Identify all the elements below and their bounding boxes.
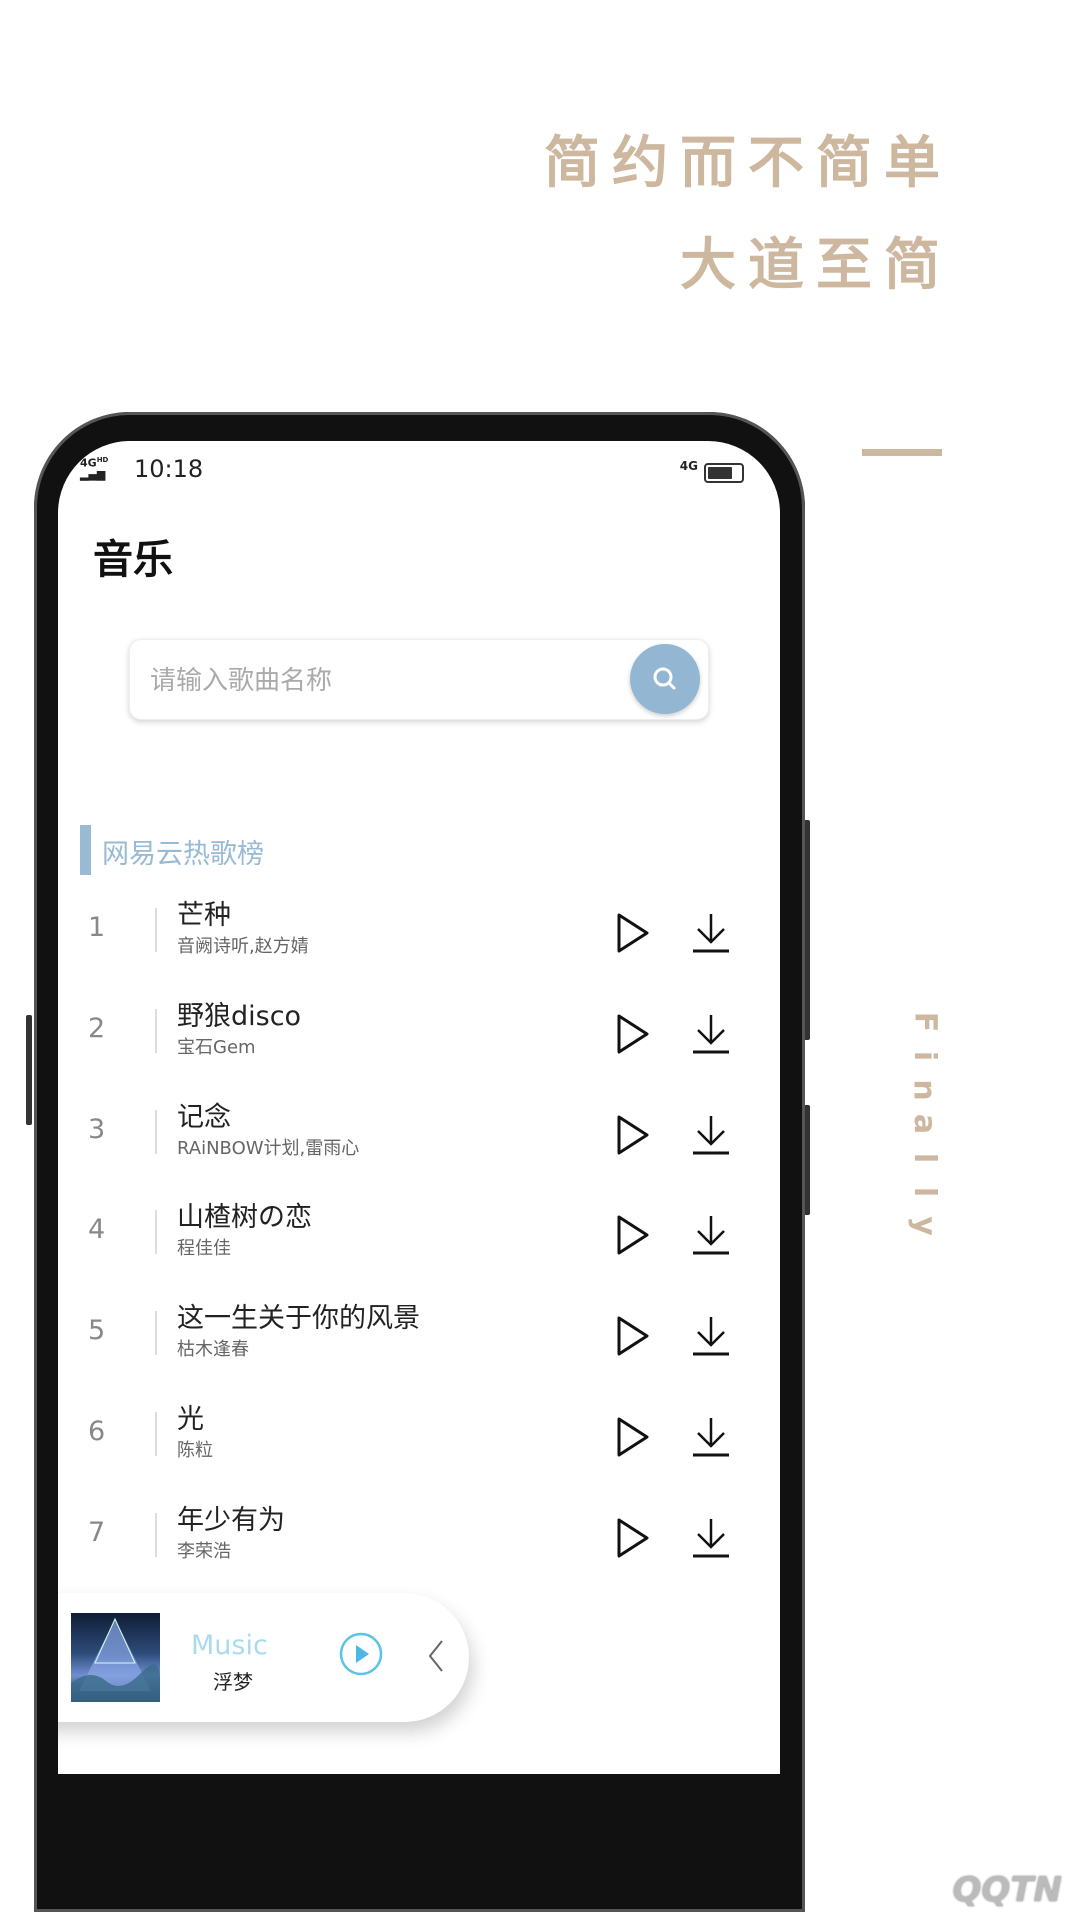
section-title: 网易云热歌榜 (102, 839, 264, 870)
download-icon[interactable] (690, 1313, 732, 1359)
phone-screen: 4GHD ▂▄▆ 10:18 4G 音乐 网易云热歌榜 1 芒种音阙诗听,赵方婧 2… (58, 441, 780, 1774)
vertical-letter: n (906, 1079, 942, 1101)
page-title: 音乐 (93, 537, 173, 583)
song-title: 这一生关于你的风景 (177, 1303, 420, 1335)
song-artist: 枯木逢春 (177, 1339, 249, 1361)
song-row[interactable]: 1 芒种音阙诗听,赵方婧 (58, 888, 780, 978)
search-icon (653, 667, 676, 690)
song-title: 光 (177, 1404, 204, 1435)
download-icon[interactable] (690, 910, 732, 956)
song-artist: 宝石Gem (177, 1036, 256, 1058)
row-divider (155, 1008, 157, 1053)
row-divider (155, 1109, 157, 1154)
search-bar (129, 639, 709, 721)
song-artist: 音阙诗听,赵方婧 (177, 936, 309, 957)
play-icon[interactable] (613, 1515, 653, 1561)
play-icon[interactable] (613, 1313, 653, 1359)
song-row[interactable]: 3 记念 RAiNBOW计划,雷雨心 (58, 1090, 780, 1180)
song-rank: 3 (88, 1113, 106, 1145)
song-rank: 5 (88, 1315, 106, 1347)
promo-divider (862, 449, 942, 456)
song-row[interactable]: 5 这一生关于你的风景枯木逢春 (58, 1291, 780, 1381)
song-row[interactable]: 6 光陈粒 (58, 1392, 780, 1482)
song-rank: 4 (88, 1214, 106, 1246)
chevron-left-icon[interactable] (426, 1639, 446, 1673)
vertical-letter: i (906, 1050, 942, 1062)
song-title: 野狼disco (177, 1000, 302, 1032)
album-art[interactable] (71, 1613, 160, 1702)
play-circle-icon[interactable] (338, 1631, 384, 1677)
vertical-letter: F (907, 1011, 942, 1033)
song-row[interactable]: 2 野狼disco 宝石Gem (58, 989, 780, 1079)
vertical-letter: l (906, 1186, 942, 1198)
vertical-letter: l (906, 1152, 942, 1164)
network-type-right: 4G (679, 459, 698, 473)
album-art-image (71, 1617, 160, 1702)
song-title: 山楂树の恋 (177, 1202, 312, 1234)
search-input[interactable] (148, 640, 612, 721)
vertical-letter: a (907, 1113, 942, 1135)
download-icon[interactable] (690, 1011, 732, 1057)
mini-player[interactable]: Music 浮梦 (58, 1593, 469, 1722)
song-title: 记念 (177, 1101, 231, 1133)
watermark-logo: QQTN (952, 1870, 1062, 1910)
section-accent-bar (80, 825, 91, 875)
row-divider (155, 1512, 157, 1557)
promo-vertical-word: Fi na l l y (904, 1005, 944, 1243)
song-rank: 1 (88, 912, 106, 943)
play-icon[interactable] (613, 1414, 653, 1460)
song-rank: 7 (88, 1516, 106, 1548)
play-icon[interactable] (613, 1112, 653, 1158)
song-row[interactable]: 7 年少有为李荣浩 (58, 1493, 780, 1583)
player-label: Music (191, 1630, 268, 1661)
song-artist: 李荣浩 (177, 1540, 231, 1562)
download-icon[interactable] (690, 1515, 732, 1561)
signal-indicator: 4GHD ▂▄▆ (80, 455, 108, 480)
play-icon[interactable] (613, 1011, 653, 1057)
song-artist: 陈粒 (177, 1440, 213, 1461)
search-button[interactable] (630, 644, 700, 714)
download-icon[interactable] (690, 1112, 732, 1158)
row-divider (155, 1311, 157, 1356)
network-hd: HD (96, 456, 109, 464)
song-rank: 6 (88, 1416, 106, 1447)
song-title: 年少有为 (177, 1504, 285, 1536)
row-divider (155, 1210, 157, 1255)
song-title: 芒种 (177, 900, 231, 931)
play-icon[interactable] (613, 1212, 653, 1258)
play-icon[interactable] (613, 910, 653, 956)
song-artist: RAiNBOW计划,雷雨心 (177, 1137, 360, 1159)
battery-icon (704, 463, 744, 483)
song-rank: 2 (88, 1012, 106, 1044)
row-divider (155, 1412, 157, 1456)
promo-headline-2: 大道至简 (680, 233, 952, 298)
vertical-letter: y (907, 1216, 942, 1236)
phone-side-button (26, 1015, 32, 1125)
download-icon[interactable] (690, 1414, 732, 1460)
song-row[interactable]: 4 山楂树の恋程佳佳 (58, 1190, 780, 1280)
promo-headline-1: 简约而不简单 (544, 131, 952, 196)
player-song-title: 浮梦 (213, 1670, 253, 1694)
row-divider (155, 908, 157, 952)
status-time: 10:18 (134, 455, 204, 483)
download-icon[interactable] (690, 1212, 732, 1258)
song-artist: 程佳佳 (177, 1238, 231, 1260)
signal-bars-icon: ▂▄▆ (80, 467, 106, 481)
